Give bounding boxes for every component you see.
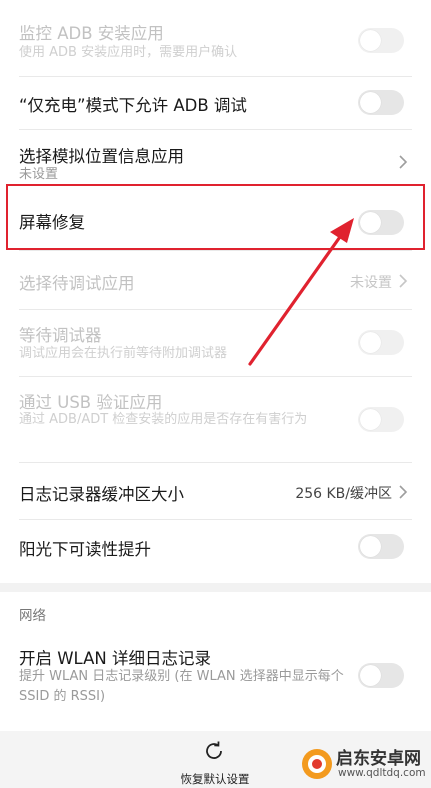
setting-debug-app: 选择待调试应用 未设置 (0, 251, 431, 309)
highlight-box (6, 184, 425, 250)
setting-subtitle: 使用 ADB 安装应用时，需要用户确认 (19, 45, 238, 60)
setting-value: 256 KB/缓冲区 (295, 486, 392, 502)
section-header: 网络 (19, 608, 46, 624)
setting-subtitle: 调试应用会在执行前等待附加调试器 (19, 346, 228, 361)
setting-subtitle: 通过 ADB/ADT 检查安装的应用是否存在有害行为 (19, 412, 308, 427)
chevron-right-icon (399, 274, 408, 288)
setting-title: “仅充电”模式下允许 ADB 调试 (19, 96, 247, 115)
sunlight-readability-toggle[interactable] (358, 534, 404, 559)
setting-title: 选择待调试应用 (19, 274, 135, 293)
setting-charge-only-adb[interactable]: “仅充电”模式下允许 ADB 调试 (0, 77, 431, 129)
setting-sunlight-readability[interactable]: 阳光下可读性提升 (0, 520, 431, 574)
setting-value: 未设置 (350, 275, 392, 291)
watermark: 启东安卓网 www.qdltdq.com (298, 742, 430, 786)
setting-title: 等待调试器 (19, 326, 102, 345)
setting-wait-for-debugger: 等待调试器 调试应用会在执行前等待附加调试器 (0, 310, 431, 376)
setting-monitor-adb-install: 监控 ADB 安装应用 使用 ADB 安装应用时，需要用户确认 (0, 0, 431, 76)
watermark-url: www.qdltdq.com (338, 767, 426, 779)
watermark-logo-icon (302, 749, 332, 779)
wlan-verbose-toggle[interactable] (358, 663, 404, 688)
chevron-right-icon (399, 485, 408, 499)
developer-options-list: 监控 ADB 安装应用 使用 ADB 安装应用时，需要用户确认 “仅充电”模式下… (0, 0, 431, 583)
restore-icon (206, 741, 222, 759)
wait-debugger-toggle[interactable] (358, 330, 404, 355)
setting-title: 阳光下可读性提升 (19, 540, 151, 559)
restore-defaults-button[interactable]: 恢复默认设置 (160, 731, 270, 788)
setting-title: 日志记录器缓冲区大小 (19, 485, 184, 504)
setting-title: 开启 WLAN 详细日志记录 (19, 649, 212, 668)
setting-logger-buffer-size[interactable]: 日志记录器缓冲区大小 256 KB/缓冲区 (0, 463, 431, 519)
verify-usb-toggle[interactable] (358, 407, 404, 432)
chevron-right-icon (399, 155, 408, 169)
setting-mock-location-app[interactable]: 选择模拟位置信息应用 未设置 (0, 130, 431, 184)
setting-subtitle: 未设置 (19, 167, 59, 182)
setting-verify-usb-apps: 通过 USB 验证应用 通过 ADB/ADT 检查安装的应用是否存在有害行为 (0, 377, 431, 462)
setting-title: 监控 ADB 安装应用 (19, 24, 164, 43)
charge-only-adb-toggle[interactable] (358, 90, 404, 115)
monitor-adb-toggle[interactable] (358, 28, 404, 53)
setting-wlan-verbose-logging[interactable]: 开启 WLAN 详细日志记录 提升 WLAN 日志记录级别 (在 WLAN 选择… (0, 636, 431, 731)
setting-subtitle: 提升 WLAN 日志记录级别 (在 WLAN 选择器中显示每个 SSID 的 R… (19, 669, 344, 704)
watermark-text: 启东安卓网 (336, 749, 421, 769)
network-section: 网络 开启 WLAN 详细日志记录 提升 WLAN 日志记录级别 (在 WLAN… (0, 592, 431, 731)
setting-title: 选择模拟位置信息应用 (19, 147, 184, 166)
restore-defaults-label: 恢复默认设置 (180, 772, 250, 786)
